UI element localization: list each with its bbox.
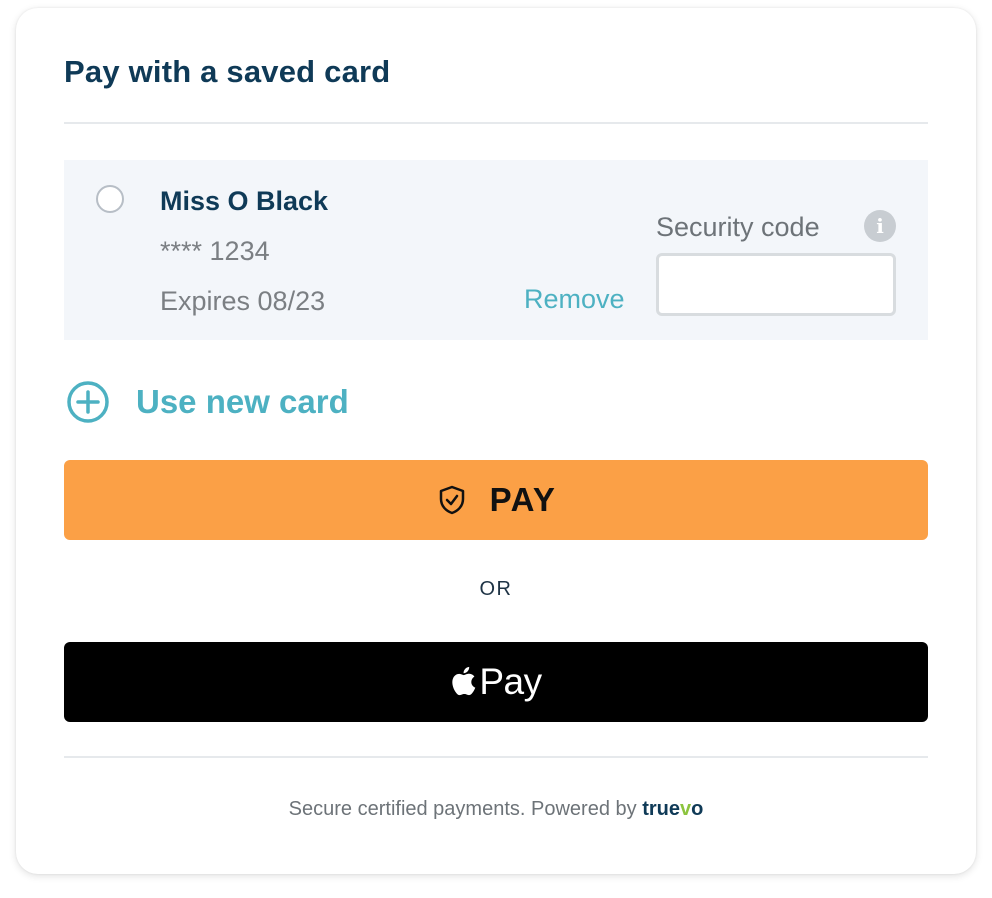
security-code-input[interactable]	[656, 253, 896, 316]
use-new-card-button[interactable]: Use new card	[66, 380, 349, 424]
brand-part-1: true	[642, 798, 680, 820]
apple-logo-icon	[452, 666, 476, 695]
shield-check-icon	[439, 485, 464, 515]
card-number-masked: **** 1234	[160, 236, 270, 266]
apple-pay-button[interactable]: Pay	[64, 642, 928, 722]
info-icon[interactable]: i	[864, 210, 896, 242]
pay-button-label: PAY	[489, 481, 557, 518]
top-divider	[64, 122, 928, 124]
apple-pay-label: Pay	[479, 661, 542, 702]
pay-button[interactable]: PAY	[64, 460, 928, 540]
truevo-logo[interactable]: truevo	[642, 798, 703, 820]
security-code-label: Security code	[656, 212, 820, 242]
brand-accent: v	[679, 798, 692, 820]
footer-caption: Secure certified payments. Powered by	[288, 798, 637, 820]
or-separator: OR	[479, 578, 513, 600]
use-new-card-label: Use new card	[136, 383, 349, 420]
bottom-divider	[64, 756, 928, 758]
footer-text: Secure certified payments. Powered by tr…	[64, 798, 928, 821]
saved-card-row[interactable]: Miss O Black **** 1234 Expires 08/23 Rem…	[64, 160, 928, 340]
page-title: Pay with a saved card	[64, 54, 391, 89]
saved-card-radio[interactable]	[96, 185, 124, 213]
plus-circle-icon	[67, 381, 109, 423]
remove-card-link[interactable]: Remove	[524, 284, 625, 315]
payment-panel: Pay with a saved card Miss O Black **** …	[16, 8, 976, 874]
card-holder-name: Miss O Black	[160, 186, 329, 216]
brand-part-2: o	[691, 798, 704, 820]
card-expiry: Expires 08/23	[160, 286, 326, 316]
